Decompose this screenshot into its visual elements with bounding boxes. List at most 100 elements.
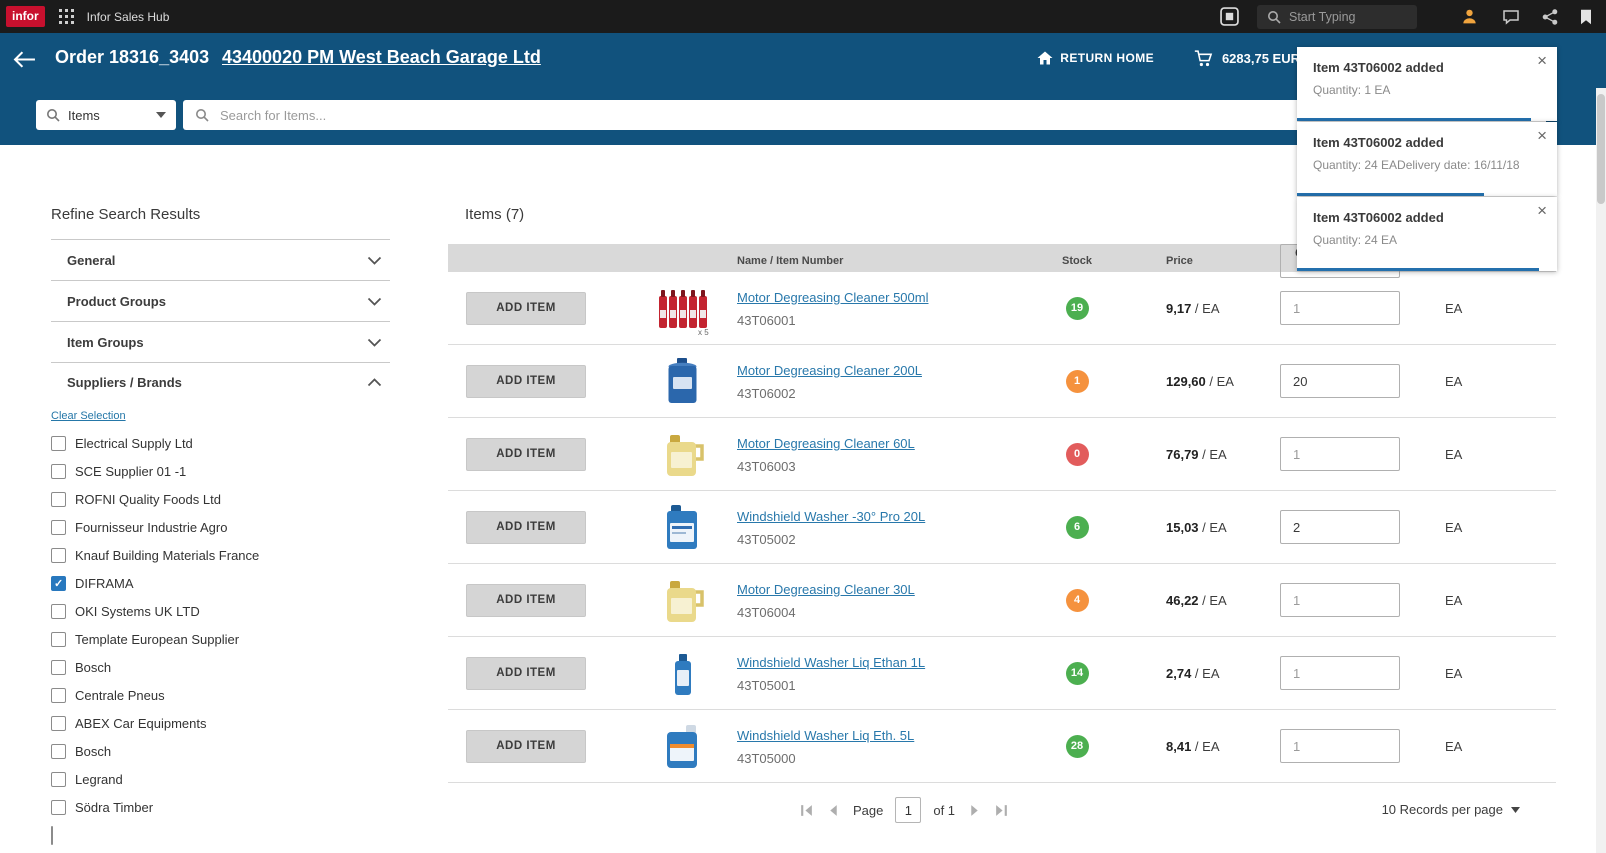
supplier-filter-item[interactable]: Bosch [51, 653, 390, 681]
unit-label: EA [1426, 447, 1556, 462]
filter-section[interactable]: Item Groups [51, 322, 390, 363]
add-item-button[interactable]: ADD ITEM [466, 365, 586, 398]
filter-section[interactable]: General [51, 240, 390, 281]
supplier-filter-item[interactable]: Bosch [51, 737, 390, 765]
page-label: Page [853, 803, 883, 818]
user-icon[interactable] [1461, 8, 1478, 25]
checkbox[interactable] [51, 772, 66, 787]
checkbox[interactable] [51, 688, 66, 703]
unit-label: EA [1426, 593, 1556, 608]
next-page-icon[interactable] [967, 803, 982, 818]
checkbox[interactable] [51, 464, 66, 479]
checkbox[interactable] [51, 548, 66, 563]
checkbox[interactable] [51, 744, 66, 759]
quantity-input[interactable] [1280, 656, 1400, 690]
close-icon[interactable]: × [1537, 202, 1547, 219]
toast-detail: Quantity: 24 EADelivery date: 16/11/18 [1313, 158, 1547, 172]
checkbox[interactable] [51, 436, 66, 451]
checkbox[interactable] [51, 660, 66, 675]
supplier-label: Legrand [75, 772, 123, 787]
vertical-scrollbar[interactable] [1596, 88, 1606, 853]
chat-icon[interactable] [1502, 9, 1520, 25]
scrollbar-thumb[interactable] [1597, 94, 1605, 204]
topbar-right: Start Typing [1220, 0, 1606, 33]
checkbox[interactable] [51, 632, 66, 647]
supplier-filter-item[interactable]: ABEX Car Equipments [51, 709, 390, 737]
item-name-link[interactable]: Motor Degreasing Cleaner 200L [737, 363, 922, 378]
stock-badge: 19 [1066, 297, 1089, 320]
supplier-filter-item[interactable]: DIFRAMA [51, 569, 390, 597]
global-search[interactable]: Start Typing [1257, 5, 1417, 29]
supplier-filter-item[interactable]: Template European Supplier [51, 625, 390, 653]
checkbox[interactable] [51, 520, 66, 535]
stock-badge: 0 [1066, 443, 1089, 466]
quantity-input[interactable] [1280, 583, 1400, 617]
customer-link[interactable]: 43400020 PM West Beach Garage Ltd [222, 47, 541, 68]
quantity-input[interactable] [1280, 729, 1400, 763]
column-price: Price [1114, 255, 1266, 267]
add-item-button[interactable]: ADD ITEM [466, 657, 586, 690]
add-item-button[interactable]: ADD ITEM [466, 730, 586, 763]
page-number-input[interactable] [895, 797, 921, 823]
item-name-link[interactable]: Motor Degreasing Cleaner 500ml [737, 290, 928, 305]
product-image: x 5 [652, 280, 712, 337]
checkbox[interactable] [51, 492, 66, 507]
stock-badge: 14 [1066, 662, 1089, 685]
cart-summary[interactable]: 6283,75 EUR [1194, 50, 1300, 67]
supplier-filter-item[interactable]: Legrand [51, 765, 390, 793]
product-image [652, 645, 712, 702]
chevron-down-icon [367, 256, 382, 265]
records-per-page-dropdown[interactable]: 10 Records per page [1382, 802, 1520, 817]
close-icon[interactable]: × [1537, 52, 1547, 69]
supplier-filter-list: Electrical Supply Ltd SCE Supplier 01 -1… [51, 429, 390, 821]
first-page-icon[interactable] [799, 803, 814, 818]
item-name-link[interactable]: Windshield Washer Liq Ethan 1L [737, 655, 925, 670]
item-row: ADD ITEM Motor Degreasing Cleaner 60L 43… [448, 418, 1556, 491]
search-category-dropdown[interactable]: Items [36, 100, 176, 130]
quantity-input[interactable] [1280, 291, 1400, 325]
share-icon[interactable] [1542, 9, 1558, 25]
checkbox[interactable] [51, 576, 66, 591]
supplier-filter-item-partial[interactable] [51, 827, 53, 845]
supplier-label: Bosch [75, 744, 111, 759]
checkbox[interactable] [51, 716, 66, 731]
item-name-link[interactable]: Windshield Washer -30° Pro 20L [737, 509, 925, 524]
display-mode-icon[interactable] [1220, 7, 1239, 26]
supplier-filter-item[interactable]: Centrale Pneus [51, 681, 390, 709]
bookmark-icon[interactable] [1580, 9, 1592, 25]
supplier-filter-item[interactable]: Fournisseur Industrie Agro [51, 513, 390, 541]
filter-section-label: Suppliers / Brands [67, 375, 182, 390]
clear-selection-link[interactable]: Clear Selection [51, 410, 126, 422]
stock-badge: 6 [1066, 516, 1089, 539]
quantity-input[interactable] [1280, 510, 1400, 544]
add-item-button[interactable]: ADD ITEM [466, 511, 586, 544]
supplier-filter-item[interactable]: Södra Timber [51, 793, 390, 821]
add-item-button[interactable]: ADD ITEM [466, 438, 586, 471]
quantity-input[interactable] [1280, 364, 1400, 398]
app-launcher-icon[interactable] [59, 9, 74, 24]
item-name-link[interactable]: Windshield Washer Liq Eth. 5L [737, 728, 914, 743]
supplier-filter-item[interactable]: Electrical Supply Ltd [51, 429, 390, 457]
add-item-button[interactable]: ADD ITEM [466, 292, 586, 325]
last-page-icon[interactable] [994, 803, 1009, 818]
back-arrow-icon[interactable] [13, 51, 36, 68]
supplier-filter-item[interactable]: Knauf Building Materials France [51, 541, 390, 569]
item-name-link[interactable]: Motor Degreasing Cleaner 60L [737, 436, 915, 451]
previous-page-icon[interactable] [826, 803, 841, 818]
cart-total: 6283,75 EUR [1222, 51, 1300, 66]
add-item-button[interactable]: ADD ITEM [466, 584, 586, 617]
supplier-filter-item[interactable]: SCE Supplier 01 -1 [51, 457, 390, 485]
checkbox[interactable] [51, 826, 53, 845]
pagination: Page of 1 [448, 794, 1360, 826]
filter-section[interactable]: Suppliers / Brands [51, 363, 390, 401]
return-home-button[interactable]: RETURN HOME [1037, 51, 1154, 65]
checkbox[interactable] [51, 800, 66, 815]
supplier-filter-item[interactable]: ROFNI Quality Foods Ltd [51, 485, 390, 513]
quantity-input[interactable] [1280, 437, 1400, 471]
supplier-filter-item[interactable]: OKI Systems UK LTD [51, 597, 390, 625]
filter-section[interactable]: Product Groups [51, 281, 390, 322]
close-icon[interactable]: × [1537, 127, 1547, 144]
item-name-link[interactable]: Motor Degreasing Cleaner 30L [737, 582, 915, 597]
toast-notification: Item 43T06002 added Quantity: 1 EA × [1297, 47, 1557, 121]
checkbox[interactable] [51, 604, 66, 619]
